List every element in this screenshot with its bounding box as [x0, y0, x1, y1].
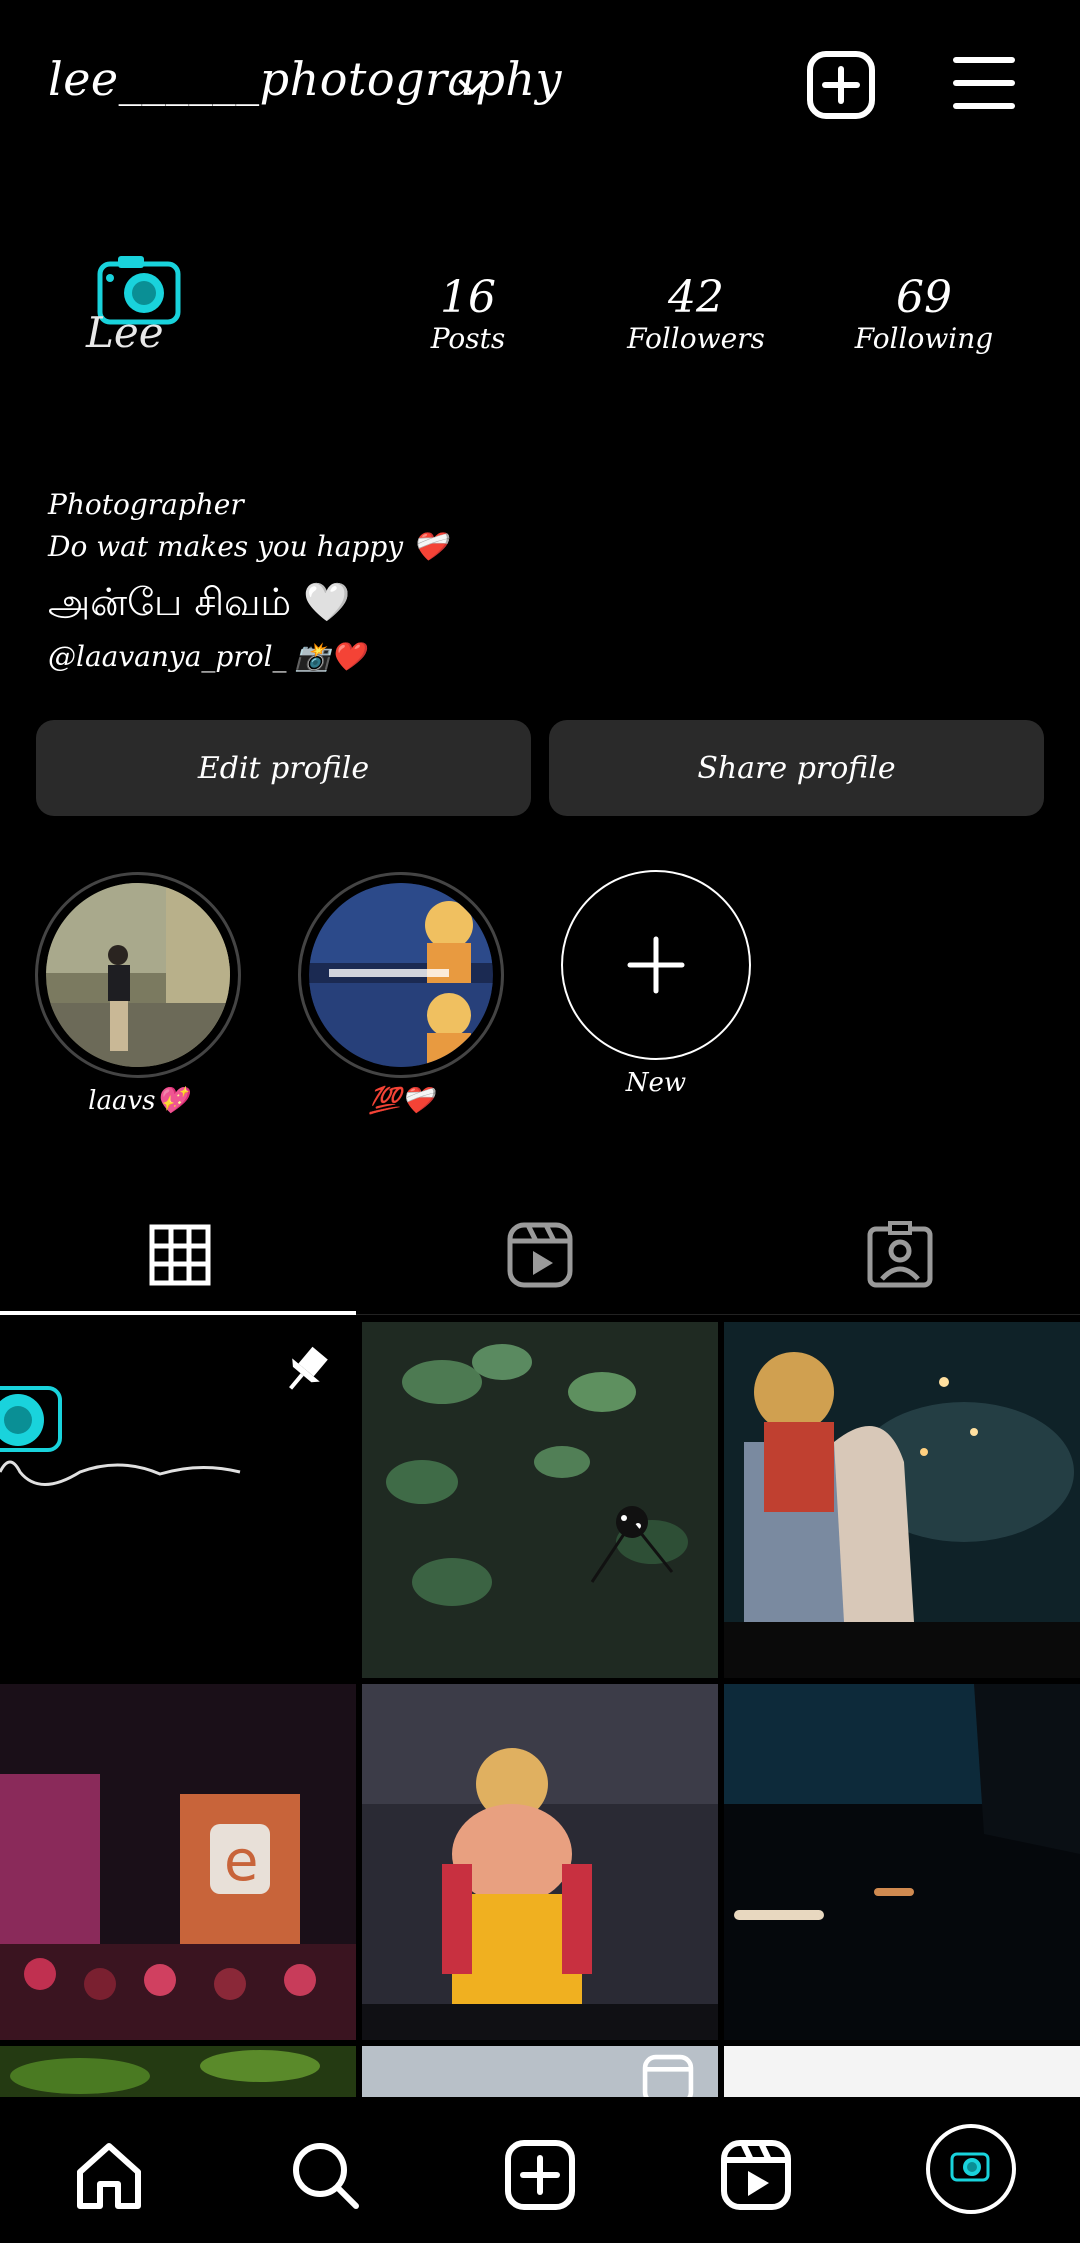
- chevron-down-icon[interactable]: [455, 70, 489, 104]
- post-tile[interactable]: [724, 1684, 1080, 2040]
- post-tile[interactable]: [724, 2046, 1080, 2097]
- bio-line: Do wat makes you happy ❤️‍🩹: [48, 530, 447, 563]
- profile-avatar[interactable]: Lee: [78, 250, 198, 360]
- tagged-icon: [867, 1221, 933, 1288]
- post-tile[interactable]: [0, 2046, 356, 2097]
- pin-icon: [289, 1346, 328, 1390]
- create-icon[interactable]: [503, 2138, 577, 2212]
- grid-icon: [149, 1224, 211, 1286]
- following-label: Following: [854, 322, 994, 356]
- highlight-label: New: [625, 1068, 687, 1098]
- followers-stat[interactable]: 42 Followers: [606, 272, 786, 356]
- menu-icon[interactable]: [953, 55, 1015, 111]
- post-tile[interactable]: [724, 1322, 1080, 1678]
- create-post-icon[interactable]: [806, 50, 876, 120]
- highlight-thumbnail: [46, 883, 230, 1067]
- post-tile[interactable]: [362, 2046, 718, 2097]
- post-image: [724, 1322, 1080, 1678]
- following-stat[interactable]: 69 Following: [834, 272, 1014, 356]
- post-image: [724, 1684, 1080, 2040]
- highlight-laavs[interactable]: [35, 872, 241, 1078]
- post-tile[interactable]: e: [0, 1684, 356, 2040]
- post-image: [362, 1684, 718, 2040]
- new-highlight-button[interactable]: [561, 870, 751, 1060]
- highlight-label: 💯❤️‍🩹: [368, 1086, 434, 1116]
- posts-stat[interactable]: 16 Posts: [378, 272, 558, 356]
- posts-label: Posts: [430, 322, 506, 356]
- post-tile[interactable]: [362, 1322, 718, 1678]
- tab-grid[interactable]: [0, 1205, 360, 1305]
- post-tile[interactable]: [362, 1684, 718, 2040]
- edit-profile-button[interactable]: Edit profile: [36, 720, 531, 816]
- bio-category: Photographer: [48, 488, 244, 521]
- highlight-label: laavs💖: [88, 1086, 188, 1116]
- bio-mention[interactable]: @laavanya_prol_ 📸❤️: [48, 640, 365, 673]
- bio-line: அன்பே சிவம் 🤍: [48, 580, 351, 624]
- post-image: [0, 2046, 356, 2097]
- tab-tagged[interactable]: [720, 1205, 1080, 1305]
- reels-icon[interactable]: [719, 2138, 793, 2212]
- following-count: 69: [896, 272, 952, 323]
- highlight-thumbnail: [309, 883, 493, 1067]
- followers-label: Followers: [627, 322, 765, 356]
- highlight-100[interactable]: [298, 872, 504, 1078]
- post-tile-pinned[interactable]: [0, 1322, 356, 1678]
- posts-count: 16: [440, 272, 496, 323]
- post-image: e: [0, 1684, 356, 2040]
- plus-icon: [627, 936, 685, 994]
- svg-text:e: e: [224, 1829, 258, 1894]
- reels-icon: [642, 2054, 694, 2097]
- followers-count: 42: [668, 272, 724, 323]
- avatar-text: Lee: [86, 308, 164, 357]
- reels-icon: [507, 1222, 573, 1288]
- home-icon[interactable]: [72, 2138, 146, 2212]
- share-profile-button[interactable]: Share profile: [549, 720, 1044, 816]
- camera-logo-icon: [950, 2152, 990, 2182]
- tab-reels[interactable]: [360, 1205, 720, 1305]
- post-image: [362, 1322, 718, 1678]
- search-icon[interactable]: [288, 2138, 362, 2212]
- profile-avatar[interactable]: [926, 2124, 1016, 2214]
- active-tab-indicator: [0, 1311, 356, 1315]
